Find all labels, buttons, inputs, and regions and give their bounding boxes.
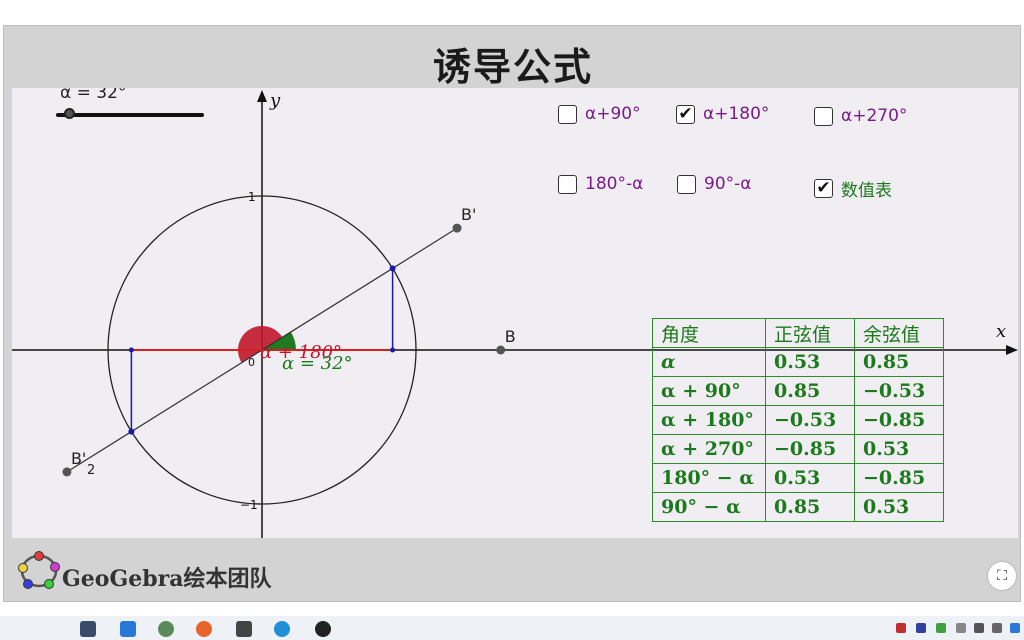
table-cell-cos: −0.85 xyxy=(854,463,944,493)
fullscreen-button[interactable]: ⛶ xyxy=(988,562,1016,590)
table-row: 180° − α 0.53 −0.85 xyxy=(652,463,944,493)
alpha-slider[interactable] xyxy=(56,113,204,117)
table-cell-angle: α + 270° xyxy=(652,434,766,464)
foot-point-alpha xyxy=(390,347,396,353)
checkbox-box[interactable]: ✔ xyxy=(676,104,695,124)
table-cell-cos: 0.53 xyxy=(854,434,944,464)
tray-icon[interactable] xyxy=(936,623,946,633)
table-cell-sin: 0.85 xyxy=(765,492,855,522)
table-header-cell: 角度 xyxy=(652,318,766,348)
geogebra-applet: 诱导公式 x y 1 −1 0 B B' B' 2 α + 180° α = 3… xyxy=(3,25,1021,602)
tray-icon[interactable] xyxy=(1010,623,1020,633)
checkbox-value-table[interactable]: ✔ 数值表 xyxy=(814,176,892,201)
table-cell-angle: α + 180° xyxy=(652,405,766,435)
foot-point-alpha-180 xyxy=(128,347,134,353)
page-title: 诱导公式 xyxy=(432,44,593,89)
checkbox-alpha-270[interactable]: α+270° xyxy=(814,106,907,126)
value-table: 角度 正弦值 余弦值 α 0.53 0.85 α + 90° 0.85 −0.5… xyxy=(652,318,944,522)
edge-icon[interactable] xyxy=(274,621,290,637)
table-row: 90° − α 0.85 0.53 xyxy=(652,492,944,522)
recorder-icon[interactable] xyxy=(315,621,331,637)
table-header-cell: 余弦值 xyxy=(854,318,944,348)
y-axis-label: y xyxy=(269,90,281,111)
point-b-label: B xyxy=(505,327,516,346)
checkbox-label: 90°-α xyxy=(704,174,752,194)
angle-label-alpha: α = 32° xyxy=(282,353,353,374)
checkbox-box[interactable]: ✔ xyxy=(814,179,833,198)
table-cell-angle: α + 90° xyxy=(652,376,766,406)
table-cell-sin: −0.85 xyxy=(765,434,855,464)
graphics-view[interactable]: x y 1 −1 0 B B' B' 2 α + 180° α = 32° α … xyxy=(12,88,1018,538)
checkbox-label: 数值表 xyxy=(841,181,892,201)
table-cell-angle: α xyxy=(652,347,766,377)
footer-brand: GeoGebra绘本团队 xyxy=(62,566,272,592)
point-on-circle-alpha[interactable] xyxy=(389,265,396,272)
store-icon[interactable] xyxy=(120,621,136,637)
y-axis-arrow xyxy=(257,90,267,102)
table-cell-cos: 0.53 xyxy=(854,492,944,522)
point-b-prime-label: B' xyxy=(461,205,476,224)
table-cell-cos: −0.85 xyxy=(854,405,944,435)
volume-icon[interactable] xyxy=(974,623,984,633)
point-on-circle-alpha-180[interactable] xyxy=(128,428,135,435)
point-b-prime-2[interactable] xyxy=(62,467,72,477)
table-cell-sin: 0.53 xyxy=(765,463,855,493)
calculator-icon[interactable] xyxy=(236,621,252,637)
task-view-icon[interactable] xyxy=(80,621,96,637)
point-b-prime-2-label: B' xyxy=(71,449,86,468)
checkbox-90-minus-alpha[interactable]: 90°-α xyxy=(677,174,751,194)
tray-icon[interactable] xyxy=(896,623,906,633)
checkbox-label: α+180° xyxy=(703,104,770,124)
firefox-icon[interactable] xyxy=(196,621,212,637)
checkbox-label: α+90° xyxy=(585,104,641,124)
table-cell-sin: 0.53 xyxy=(765,347,855,377)
table-header-row: 角度 正弦值 余弦值 xyxy=(652,318,944,348)
table-row: α + 270° −0.85 0.53 xyxy=(652,434,944,464)
checkbox-label: 180°-α xyxy=(585,174,644,194)
taskbar xyxy=(0,616,1024,640)
table-row: α 0.53 0.85 xyxy=(652,347,944,377)
geogebra-app-icon[interactable] xyxy=(158,621,174,637)
x-axis-arrow xyxy=(1006,345,1018,355)
table-cell-sin: 0.85 xyxy=(765,376,855,406)
checkbox-box[interactable] xyxy=(558,104,577,124)
point-b-prime-2-subscript: 2 xyxy=(87,463,95,478)
table-cell-angle: 90° − α xyxy=(652,492,766,522)
point-b-prime[interactable] xyxy=(452,223,462,233)
table-cell-angle: 180° − α xyxy=(652,463,766,493)
checkbox-alpha-180[interactable]: ✔ α+180° xyxy=(676,104,769,124)
y-tick-label-neg: −1 xyxy=(240,498,258,512)
point-b[interactable] xyxy=(496,345,506,355)
table-cell-cos: −0.53 xyxy=(854,376,944,406)
tray-icon[interactable] xyxy=(916,623,926,633)
x-axis-label: x xyxy=(996,321,1006,342)
checkbox-box[interactable] xyxy=(558,174,577,194)
checkbox-box[interactable] xyxy=(814,106,833,126)
slider-label: α = 32° xyxy=(60,88,127,103)
fullscreen-icon: ⛶ xyxy=(997,568,1007,584)
checkbox-alpha-90[interactable]: α+90° xyxy=(558,104,641,124)
geogebra-logo-icon xyxy=(18,551,60,589)
table-row: α + 90° 0.85 −0.53 xyxy=(652,376,944,406)
table-cell-sin: −0.53 xyxy=(765,405,855,435)
table-row: α + 180° −0.53 −0.85 xyxy=(652,405,944,435)
checkbox-180-minus-alpha[interactable]: 180°-α xyxy=(558,174,643,194)
checkbox-box[interactable] xyxy=(677,174,696,194)
table-header-cell: 正弦值 xyxy=(765,318,855,348)
network-icon[interactable] xyxy=(992,623,1002,633)
table-cell-cos: 0.85 xyxy=(854,347,944,377)
checkbox-label: α+270° xyxy=(841,106,908,126)
tray-icon[interactable] xyxy=(956,623,966,633)
